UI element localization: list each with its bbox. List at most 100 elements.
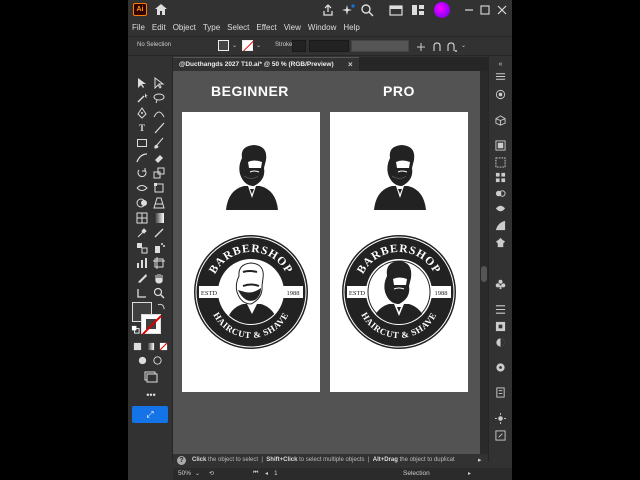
pen-tool-icon[interactable] bbox=[136, 107, 148, 119]
user-avatar[interactable] bbox=[434, 2, 450, 18]
line-segment-tool-icon[interactable] bbox=[153, 122, 165, 134]
draw-behind-icon[interactable] bbox=[152, 355, 163, 366]
close-window-icon[interactable] bbox=[495, 3, 509, 17]
default-colors-icon[interactable] bbox=[131, 325, 140, 334]
eyedropper-tool-icon[interactable] bbox=[136, 227, 148, 239]
menu-edit[interactable]: Edit bbox=[152, 23, 166, 32]
direct-selection-tool-icon[interactable] bbox=[153, 77, 165, 89]
document-tab[interactable]: @Ducthangds 2027 T10.ai* @ 50 % (RGB/Pre… bbox=[173, 57, 359, 71]
share-icon[interactable] bbox=[321, 3, 335, 17]
shape-builder-tool-icon[interactable] bbox=[136, 197, 148, 209]
none-mode-icon[interactable] bbox=[159, 342, 168, 351]
maximize-icon[interactable] bbox=[478, 3, 492, 17]
anchor-icon[interactable] bbox=[431, 41, 443, 53]
stroke-color-big[interactable] bbox=[141, 314, 161, 334]
vertical-scrollbar[interactable] bbox=[480, 71, 488, 454]
scale-tool-icon[interactable] bbox=[153, 167, 165, 179]
screen-mode-icon[interactable] bbox=[144, 371, 158, 383]
eraser-tool-icon[interactable] bbox=[153, 152, 165, 164]
gradient-mode-icon[interactable] bbox=[146, 342, 155, 351]
menu-window[interactable]: Window bbox=[308, 23, 336, 32]
curvature-tool-icon[interactable] bbox=[153, 107, 165, 119]
shaper-tool-icon[interactable] bbox=[136, 152, 148, 164]
symbols-icon[interactable] bbox=[495, 279, 506, 290]
rotate-view-icon[interactable]: ⟲ bbox=[209, 470, 214, 477]
draw-normal-icon[interactable] bbox=[137, 355, 148, 366]
sun-icon[interactable] bbox=[495, 413, 506, 424]
paintbrush-tool-icon[interactable] bbox=[153, 137, 165, 149]
prev-artboard-icon[interactable]: ◂ bbox=[265, 470, 268, 477]
magic-wand-tool-icon[interactable] bbox=[136, 92, 148, 104]
zoom-tool-icon[interactable] bbox=[153, 287, 165, 299]
pathfinder-icon[interactable] bbox=[495, 321, 506, 332]
layers-icon[interactable] bbox=[495, 140, 506, 151]
stroke-weight-stepper[interactable] bbox=[292, 40, 306, 52]
free-transform-tool-icon[interactable] bbox=[153, 182, 165, 194]
graphic-styles-icon[interactable] bbox=[495, 203, 506, 214]
width-tool-icon[interactable] bbox=[136, 182, 148, 194]
menu-file[interactable]: File bbox=[132, 23, 145, 32]
gradient-tool-icon[interactable] bbox=[153, 212, 165, 224]
rectangle-tool-icon[interactable] bbox=[136, 137, 148, 149]
home-icon[interactable] bbox=[154, 3, 168, 16]
stroke-dropdown-icon[interactable]: ⌄ bbox=[256, 42, 261, 49]
sparkle-icon[interactable] bbox=[341, 3, 355, 17]
type-tool-icon[interactable]: T bbox=[136, 122, 148, 134]
help-icon[interactable]: ? bbox=[177, 456, 186, 465]
measure-tool-icon[interactable] bbox=[153, 227, 165, 239]
lasso-tool-icon[interactable] bbox=[153, 92, 165, 104]
generative-ai-button[interactable]: ⤢ bbox=[132, 406, 168, 423]
hint-next-icon[interactable]: ▸ bbox=[478, 456, 482, 464]
panel-dropdown-icon[interactable]: ⌄ bbox=[461, 42, 466, 49]
close-tab-icon[interactable]: × bbox=[348, 60, 353, 69]
brush-icon[interactable] bbox=[415, 41, 427, 53]
column-graph-tool-icon[interactable] bbox=[136, 257, 148, 269]
search-icon[interactable] bbox=[360, 3, 374, 17]
scrollbar-thumb[interactable] bbox=[481, 266, 487, 282]
swatches-icon[interactable] bbox=[495, 172, 506, 183]
canvas-area[interactable]: BEGINNER PRO BARBERSHOP HAIRCUT & SHAVE … bbox=[173, 71, 483, 454]
stroke-weight-field[interactable] bbox=[309, 40, 349, 52]
artboard-beginner[interactable]: BARBERSHOP HAIRCUT & SHAVE ESTD 1988 bbox=[182, 112, 320, 392]
more-tools-icon[interactable]: ••• bbox=[144, 389, 158, 401]
artboard-pro[interactable]: BARBERSHOP HAIRCUT & SHAVE ESTD 1988 bbox=[330, 112, 468, 392]
path-icon[interactable] bbox=[446, 41, 458, 53]
menu-object[interactable]: Object bbox=[173, 23, 196, 32]
rotate-tool-icon[interactable] bbox=[136, 167, 148, 179]
gradient-panel-icon[interactable] bbox=[495, 220, 506, 231]
menu-help[interactable]: Help bbox=[343, 23, 359, 32]
artboard-nav-icon[interactable] bbox=[136, 287, 148, 299]
appearance-icon[interactable] bbox=[495, 89, 506, 100]
properties-icon[interactable] bbox=[495, 71, 506, 82]
color-mode-icon[interactable] bbox=[133, 342, 142, 351]
menu-view[interactable]: View bbox=[284, 23, 301, 32]
first-artboard-icon[interactable]: ⏮ bbox=[253, 470, 258, 477]
selection-tool-icon[interactable] bbox=[136, 77, 148, 89]
arrange-documents-icon[interactable] bbox=[389, 3, 403, 17]
hand-tool-icon[interactable] bbox=[153, 272, 165, 284]
color-guide-icon[interactable] bbox=[495, 362, 506, 373]
menu-type[interactable]: Type bbox=[203, 23, 220, 32]
zoom-level[interactable]: 50% bbox=[178, 470, 191, 477]
libraries-icon[interactable] bbox=[495, 387, 506, 398]
menu-select[interactable]: Select bbox=[227, 23, 249, 32]
brushes-icon[interactable] bbox=[495, 188, 506, 199]
puppet-icon[interactable] bbox=[495, 237, 506, 248]
status-next-icon[interactable]: ▸ bbox=[468, 470, 471, 477]
slice-tool-icon[interactable] bbox=[136, 272, 148, 284]
minimize-icon[interactable] bbox=[462, 3, 476, 17]
collapse-panel-icon[interactable]: « bbox=[495, 59, 506, 70]
fill-color-swatch[interactable] bbox=[218, 40, 229, 51]
swap-fill-stroke-icon[interactable] bbox=[157, 302, 166, 311]
artboard-number[interactable]: 1 bbox=[274, 470, 278, 477]
blend-tool-icon[interactable] bbox=[136, 242, 148, 254]
artboard-tool-icon[interactable] bbox=[153, 257, 165, 269]
align-icon[interactable] bbox=[495, 304, 506, 315]
perspective-grid-tool-icon[interactable] bbox=[153, 197, 165, 209]
transparency-icon[interactable] bbox=[495, 337, 506, 348]
export-icon[interactable] bbox=[495, 430, 506, 441]
stroke-color-swatch[interactable] bbox=[242, 40, 253, 51]
fill-dropdown-icon[interactable]: ⌄ bbox=[232, 42, 237, 49]
symbol-sprayer-tool-icon[interactable] bbox=[153, 242, 165, 254]
artboards-icon[interactable] bbox=[495, 157, 506, 168]
